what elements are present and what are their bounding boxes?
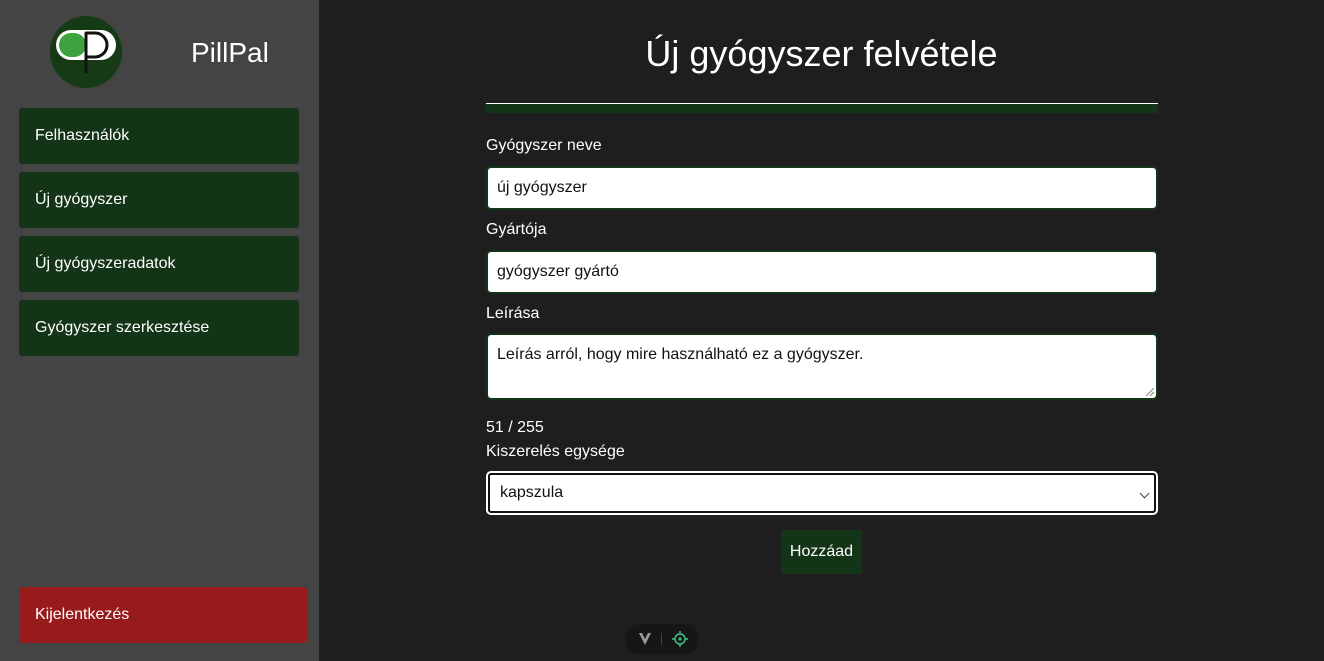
unit-select-value: kapszula xyxy=(500,484,564,501)
medicine-name-input[interactable]: új gyógyszer xyxy=(486,166,1158,210)
sidebar-item-users[interactable]: Felhasználók xyxy=(19,108,299,164)
description-text: Leírás arról, hogy mire használható ez a… xyxy=(497,346,864,363)
sidebar-item-new-medicine[interactable]: Új gyógyszer xyxy=(19,172,299,228)
devtools-divider xyxy=(661,633,662,645)
char-counter: 51 / 255 xyxy=(486,419,544,436)
app-root: PillPal Felhasználók Új gyógyszer Új gyó… xyxy=(0,0,1324,661)
sidebar-item-new-medicine-data[interactable]: Új gyógyszeradatok xyxy=(19,236,299,292)
sidebar: PillPal Felhasználók Új gyógyszer Új gyó… xyxy=(0,0,319,661)
chevron-down-icon xyxy=(1139,488,1150,499)
medicine-name-label: Gyógyszer neve xyxy=(486,137,602,154)
logout-button[interactable]: Kijelentkezés xyxy=(19,587,307,643)
description-textarea[interactable]: Leírás arról, hogy mire használható ez a… xyxy=(486,333,1158,400)
manufacturer-label: Gyártója xyxy=(486,221,547,238)
description-label: Leírása xyxy=(486,305,540,322)
title-divider xyxy=(486,103,1158,113)
sidebar-item-edit-medicine[interactable]: Gyógyszer szerkesztése xyxy=(19,300,299,356)
unit-label: Kiszerelés egysége xyxy=(486,443,625,460)
vue-logo-icon[interactable] xyxy=(638,632,652,646)
add-button[interactable]: Hozzáad xyxy=(781,530,862,574)
page-title: Új gyógyszer felvétele xyxy=(645,33,998,74)
resize-handle[interactable] xyxy=(1146,388,1154,396)
manufacturer-input[interactable]: gyógyszer gyártó xyxy=(486,250,1158,294)
pillpal-logo-icon[interactable] xyxy=(50,16,122,88)
crosshair-icon[interactable] xyxy=(672,631,688,647)
devtools-toolbar xyxy=(625,624,699,654)
unit-select[interactable]: kapszula xyxy=(486,471,1158,515)
app-name: PillPal xyxy=(191,37,269,68)
main-content: Új gyógyszer felvétele Gyógyszer neve új… xyxy=(319,0,1324,661)
